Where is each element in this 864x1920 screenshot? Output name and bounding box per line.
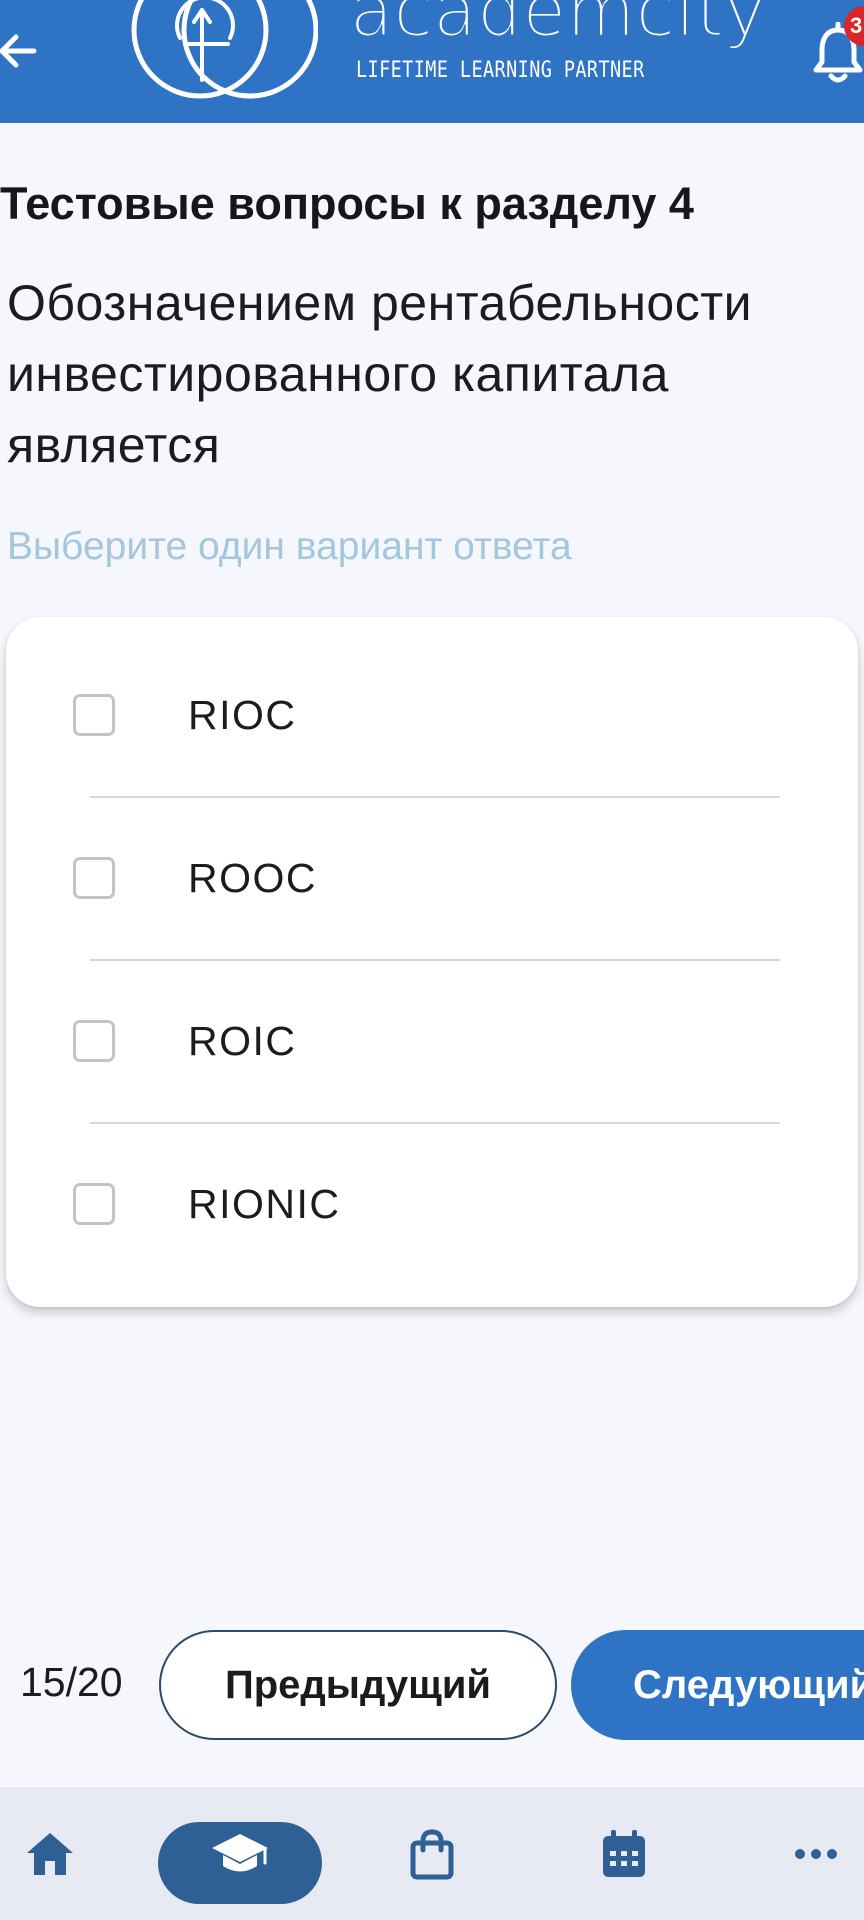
answer-option[interactable]: ROOC (6, 780, 858, 943)
more-dots-icon (795, 1848, 837, 1859)
answer-option[interactable]: RIONIC (6, 1106, 858, 1269)
arrow-back-icon (0, 34, 37, 68)
calendar-icon (603, 1829, 645, 1877)
answer-option-label: ROOC (188, 855, 317, 901)
answer-option[interactable]: RIOC (6, 617, 858, 780)
answer-options-card: RIOC ROOC ROIC RIONIC (6, 617, 858, 1307)
answer-hint: Выберите один вариант ответа (7, 525, 572, 568)
nav-item-more[interactable] (786, 1787, 846, 1920)
previous-button[interactable]: Предыдущий (159, 1630, 557, 1740)
section-title: Тестовые вопросы к разделу 4 (0, 178, 694, 229)
app-header: academcity LIFETIME LEARNING PARTNER 3 (0, 0, 864, 123)
answer-checkbox[interactable] (73, 694, 115, 736)
nav-item-home[interactable] (20, 1787, 80, 1920)
next-button[interactable]: Следующий (571, 1630, 864, 1740)
shopping-bag-icon (410, 1828, 454, 1879)
answer-checkbox[interactable] (73, 857, 115, 899)
question-counter: 15/20 (20, 1659, 123, 1705)
answer-checkbox[interactable] (73, 1183, 115, 1225)
brand-tagline: LIFETIME LEARNING PARTNER (356, 58, 645, 83)
nav-item-courses[interactable] (158, 1787, 322, 1920)
nav-item-shop[interactable] (402, 1787, 462, 1920)
answer-option-label: ROIC (188, 1018, 297, 1064)
answer-option-label: RIOC (188, 692, 297, 738)
graduation-cap-icon (212, 1833, 268, 1871)
nav-item-calendar[interactable] (594, 1787, 654, 1920)
brand-name: academcity (350, 0, 767, 52)
answer-option-label: RIONIC (188, 1181, 341, 1227)
answer-checkbox[interactable] (73, 1020, 115, 1062)
academcity-logo-icon (131, 0, 318, 99)
question-text: Обозначением рентабельности инвестирован… (7, 275, 753, 473)
bottom-navigation (0, 1787, 864, 1920)
home-icon (27, 1832, 73, 1875)
answer-option[interactable]: ROIC (6, 943, 858, 1106)
back-button[interactable] (0, 22, 42, 80)
